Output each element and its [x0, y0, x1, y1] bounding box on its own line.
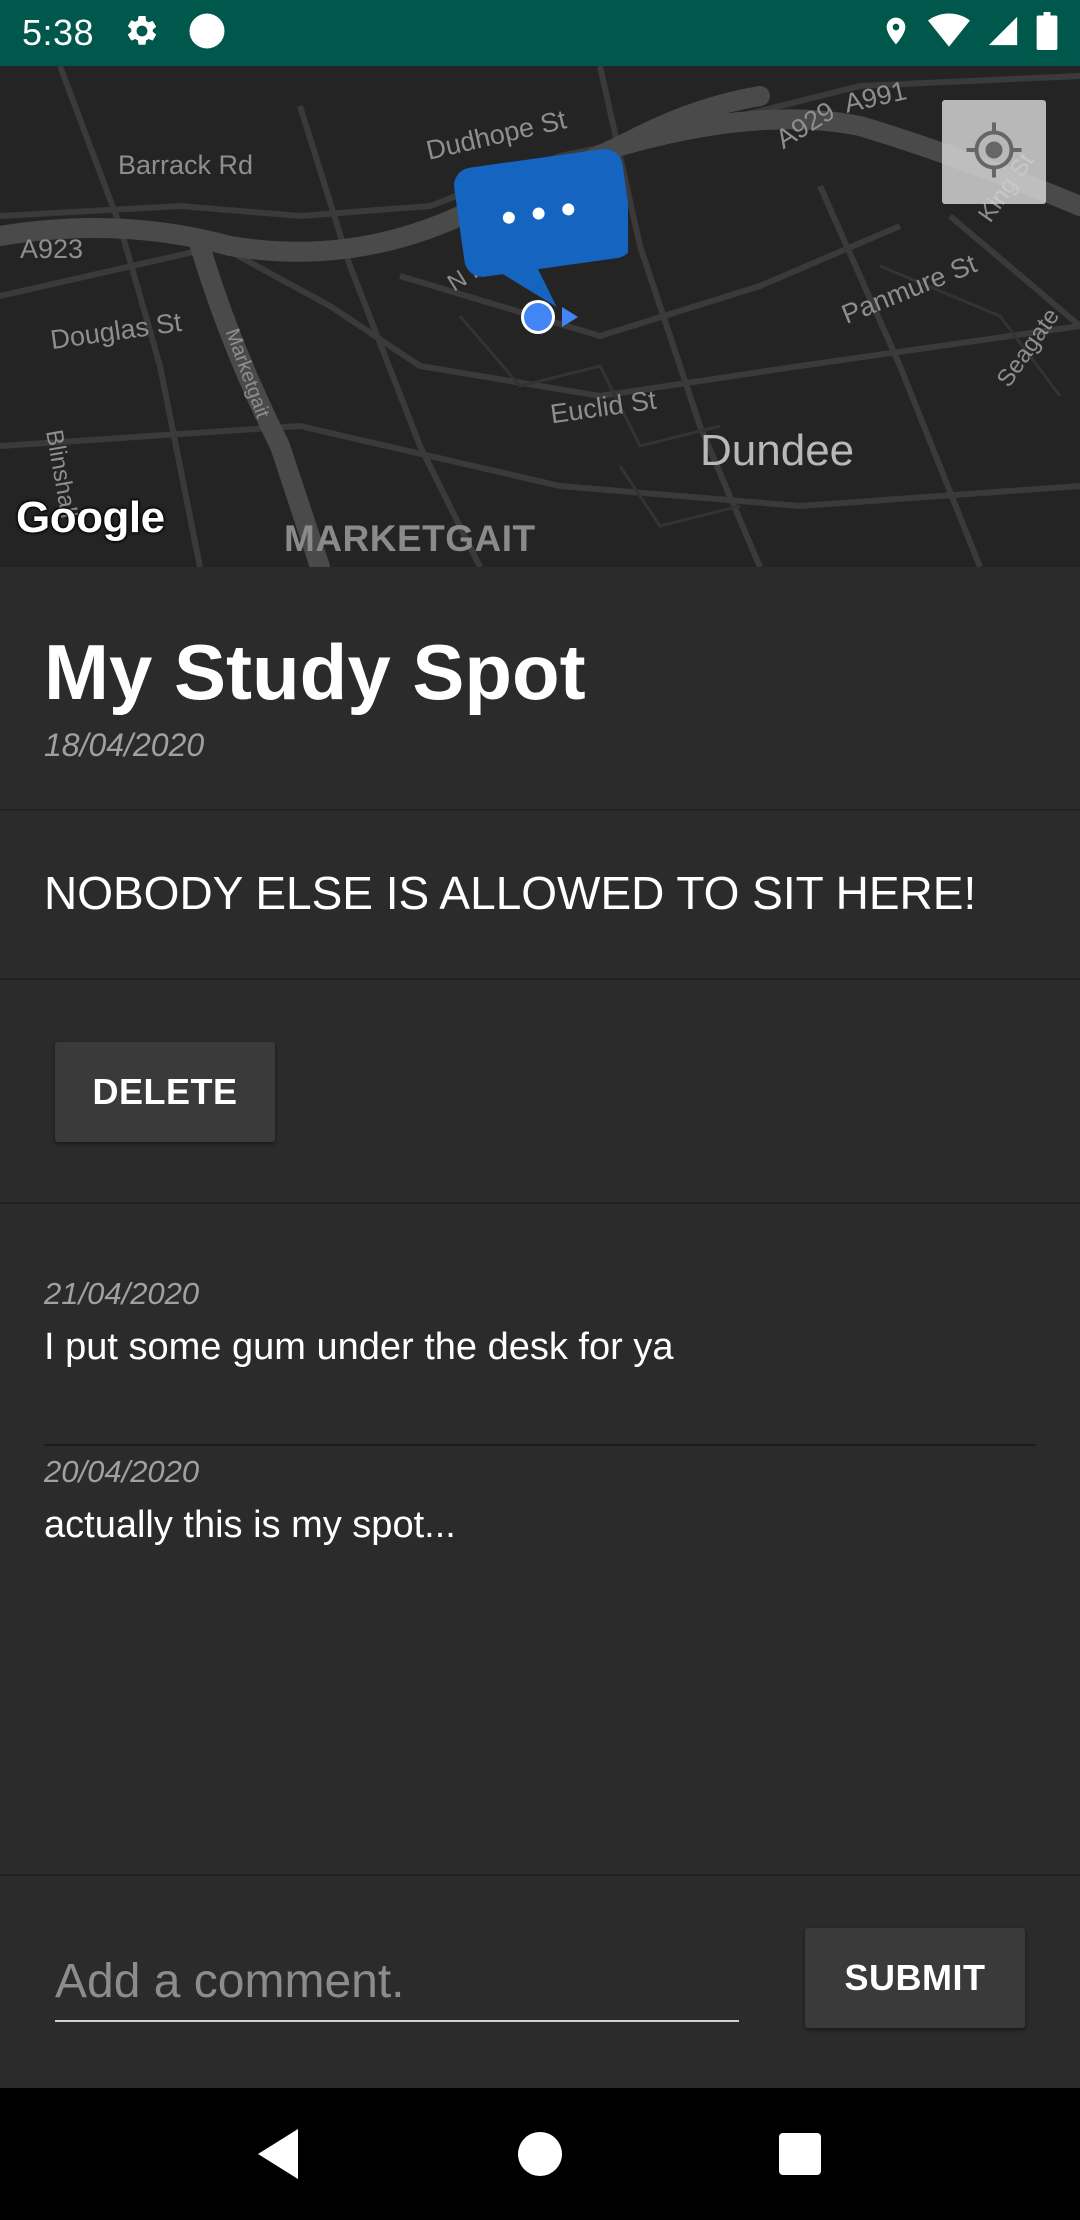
battery-icon [1036, 11, 1058, 55]
map-label-dundee: Dundee [700, 426, 855, 475]
map-label-barrack: Barrack Rd [118, 150, 254, 180]
circle-icon [186, 10, 228, 57]
comment-date: 20/04/2020 [44, 1454, 200, 1489]
location-icon [880, 13, 912, 54]
comment-text: actually this is my spot... [44, 1504, 456, 1546]
back-icon[interactable] [240, 2114, 320, 2194]
wifi-icon [928, 13, 970, 54]
spot-description: NOBODY ELSE IS ALLOWED TO SIT HERE! [44, 867, 977, 919]
comment-input[interactable] [55, 1942, 739, 2022]
submit-button[interactable]: SUBMIT [805, 1928, 1025, 2028]
map-view[interactable]: Dudhope St Barrack Rd A929 A991 A923 Dou… [0, 66, 1080, 567]
comment-divider [44, 1444, 1036, 1446]
spot-header: My Study Spot 18/04/2020 [0, 567, 1080, 811]
map-label-marketgait: MARKETGAIT [284, 518, 536, 559]
status-bar: 5:38 [0, 0, 1080, 66]
navigation-bar [0, 2088, 1080, 2220]
delete-button[interactable]: DELETE [55, 1042, 275, 1142]
recents-icon[interactable] [760, 2114, 840, 2194]
comments-list: 21/04/2020 I put some gum under the desk… [0, 1204, 1080, 1876]
list-item: 21/04/2020 I put some gum under the desk… [44, 1276, 1036, 1369]
comment-date: 21/04/2020 [44, 1276, 200, 1311]
home-icon[interactable] [500, 2114, 580, 2194]
comment-form: SUBMIT [0, 1876, 1080, 2088]
spot-description-section: NOBODY ELSE IS ALLOWED TO SIT HERE! [0, 811, 1080, 980]
my-location-dot [518, 295, 582, 344]
signal-icon [986, 14, 1020, 53]
list-item: 20/04/2020 actually this is my spot... [44, 1454, 1036, 1547]
status-time: 5:38 [22, 12, 95, 53]
spot-title: My Study Spot [44, 628, 586, 716]
gear-icon [124, 13, 160, 54]
crosshair-icon [964, 120, 1024, 185]
spot-date: 18/04/2020 [44, 727, 205, 763]
google-logo: Google [16, 493, 165, 542]
map-label-a923: A923 [20, 234, 84, 264]
actions-section: DELETE [0, 980, 1080, 1204]
my-location-button[interactable] [942, 100, 1046, 204]
comment-text: I put some gum under the desk for ya [44, 1326, 674, 1368]
